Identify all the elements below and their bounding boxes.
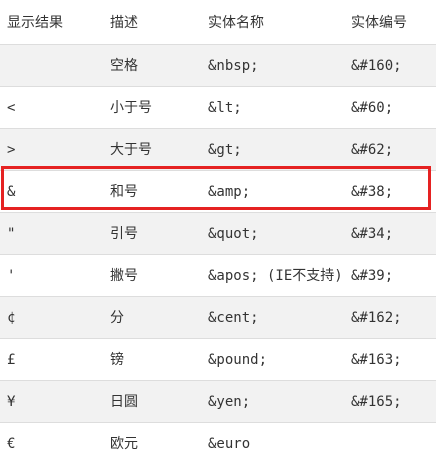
cell-entity-name: &apos; (IE不支持) <box>208 255 351 297</box>
cell-entity-name: &lt; <box>208 87 351 129</box>
cell-result: < <box>0 87 110 129</box>
table-row: 空格 &nbsp; &#160; <box>0 45 436 87</box>
cell-description: 引号 <box>110 213 208 255</box>
cell-description: 分 <box>110 297 208 339</box>
cell-entity-name: &amp; <box>208 171 351 213</box>
header-entity-number: 实体编号 <box>351 0 436 45</box>
table-row: < 小于号 &lt; &#60; <box>0 87 436 129</box>
cell-entity-number: &#165; <box>351 381 436 423</box>
cell-result: € <box>0 423 110 464</box>
cell-result: & <box>0 171 110 213</box>
cell-entity-number: &#62; <box>351 129 436 171</box>
cell-description: 欧元 <box>110 423 208 464</box>
cell-description: 大于号 <box>110 129 208 171</box>
cell-entity-number: &#160; <box>351 45 436 87</box>
cell-result: £ <box>0 339 110 381</box>
cell-entity-name: &gt; <box>208 129 351 171</box>
cell-entity-number <box>351 423 436 464</box>
cell-description: 和号 <box>110 171 208 213</box>
cell-entity-name: &quot; <box>208 213 351 255</box>
cell-entity-number: &#39; <box>351 255 436 297</box>
cell-entity-number: &#34; <box>351 213 436 255</box>
cell-result: " <box>0 213 110 255</box>
table-row: > 大于号 &gt; &#62; <box>0 129 436 171</box>
cell-entity-number: &#60; <box>351 87 436 129</box>
cell-description: 撇号 <box>110 255 208 297</box>
cell-entity-number: &#162; <box>351 297 436 339</box>
cell-entity-number: &#163; <box>351 339 436 381</box>
table-row: £ 镑 &pound; &#163; <box>0 339 436 381</box>
cell-result: ¢ <box>0 297 110 339</box>
header-result: 显示结果 <box>0 0 110 45</box>
table-row-highlighted: & 和号 &amp; &#38; <box>0 171 436 213</box>
cell-entity-number: &#38; <box>351 171 436 213</box>
cell-entity-name: &cent; <box>208 297 351 339</box>
header-entity-name: 实体名称 <box>208 0 351 45</box>
cell-entity-name: &yen; <box>208 381 351 423</box>
cell-result: ' <box>0 255 110 297</box>
table-row: ' 撇号 &apos; (IE不支持) &#39; <box>0 255 436 297</box>
table-header-row: 显示结果 描述 实体名称 实体编号 <box>0 0 436 45</box>
table-row: € 欧元 &euro <box>0 423 436 464</box>
cell-result: > <box>0 129 110 171</box>
table-row: ¥ 日圆 &yen; &#165; <box>0 381 436 423</box>
html-entity-table: 显示结果 描述 实体名称 实体编号 空格 &nbsp; &#160; < 小于号… <box>0 0 436 464</box>
cell-result: ¥ <box>0 381 110 423</box>
header-description: 描述 <box>110 0 208 45</box>
table-row: ¢ 分 &cent; &#162; <box>0 297 436 339</box>
cell-entity-name: &pound; <box>208 339 351 381</box>
cell-result <box>0 45 110 87</box>
cell-description: 空格 <box>110 45 208 87</box>
cell-description: 镑 <box>110 339 208 381</box>
cell-description: 小于号 <box>110 87 208 129</box>
cell-entity-name: &euro <box>208 423 351 464</box>
table-row: " 引号 &quot; &#34; <box>0 213 436 255</box>
cell-description: 日圆 <box>110 381 208 423</box>
cell-entity-name: &nbsp; <box>208 45 351 87</box>
